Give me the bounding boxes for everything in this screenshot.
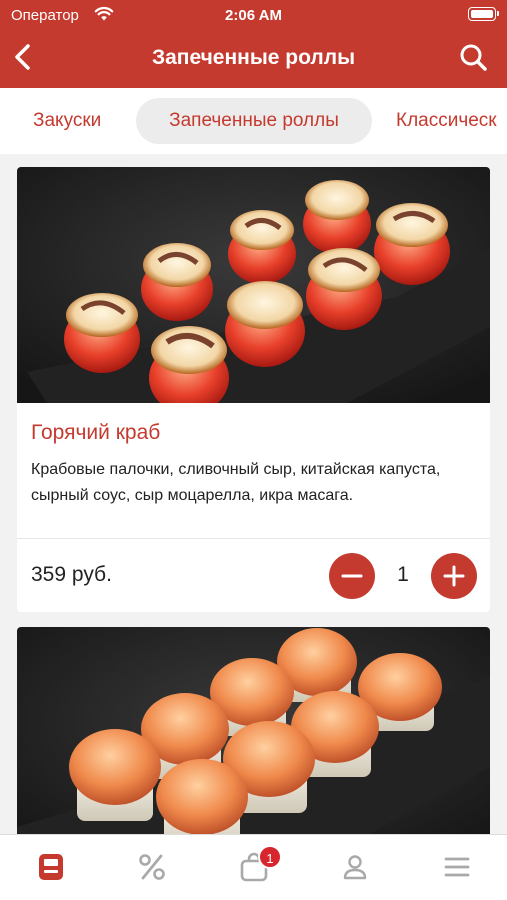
- page-title: Запеченные роллы: [151, 46, 356, 69]
- product-description: Крабовые палочки, сливочный сыр, китайск…: [31, 461, 441, 504]
- minus-icon: [341, 574, 363, 578]
- product-image: [17, 627, 490, 834]
- tab-baked-rolls[interactable]: Запеченные роллы: [136, 98, 372, 144]
- menu-card-icon: [39, 854, 63, 880]
- decrease-quantity-button[interactable]: [329, 553, 375, 599]
- product-name: Горячий краб: [31, 421, 161, 444]
- app-header: Оператор 2:06 AM Запеченные роллы: [0, 0, 507, 88]
- tab-cart[interactable]: 1: [224, 843, 284, 893]
- bottom-tab-bar: 1: [0, 834, 507, 900]
- tab-more[interactable]: [427, 843, 487, 893]
- product-card: Горячий краб Крабовые палочки, сливочный…: [17, 167, 490, 612]
- plus-icon: [443, 565, 465, 587]
- product-price: 359 руб.: [31, 563, 112, 586]
- tab-profile[interactable]: [325, 843, 385, 893]
- tab-menu[interactable]: [21, 843, 81, 893]
- profile-icon: [343, 855, 367, 880]
- percent-icon: [139, 854, 165, 880]
- product-list: Горячий краб Крабовые палочки, сливочный…: [0, 154, 507, 834]
- search-icon: [460, 44, 487, 71]
- status-bar: Оператор 2:06 AM: [0, 0, 507, 30]
- card-divider: [17, 538, 490, 539]
- product-image: [17, 167, 490, 403]
- search-button[interactable]: [459, 42, 489, 74]
- product-card: [17, 627, 490, 834]
- increase-quantity-button[interactable]: [431, 553, 477, 599]
- cart-badge: 1: [258, 845, 282, 869]
- hamburger-menu-icon: [444, 857, 470, 877]
- status-time: 2:06 AM: [225, 7, 282, 24]
- tab-classic[interactable]: Классическ: [396, 98, 497, 144]
- category-tabs: Закуски Запеченные роллы Классическ: [0, 88, 507, 154]
- quantity-value: 1: [397, 563, 409, 586]
- tab-zakuski[interactable]: Закуски: [33, 98, 101, 144]
- tab-promotions[interactable]: [122, 843, 182, 893]
- battery-icon: [468, 7, 499, 21]
